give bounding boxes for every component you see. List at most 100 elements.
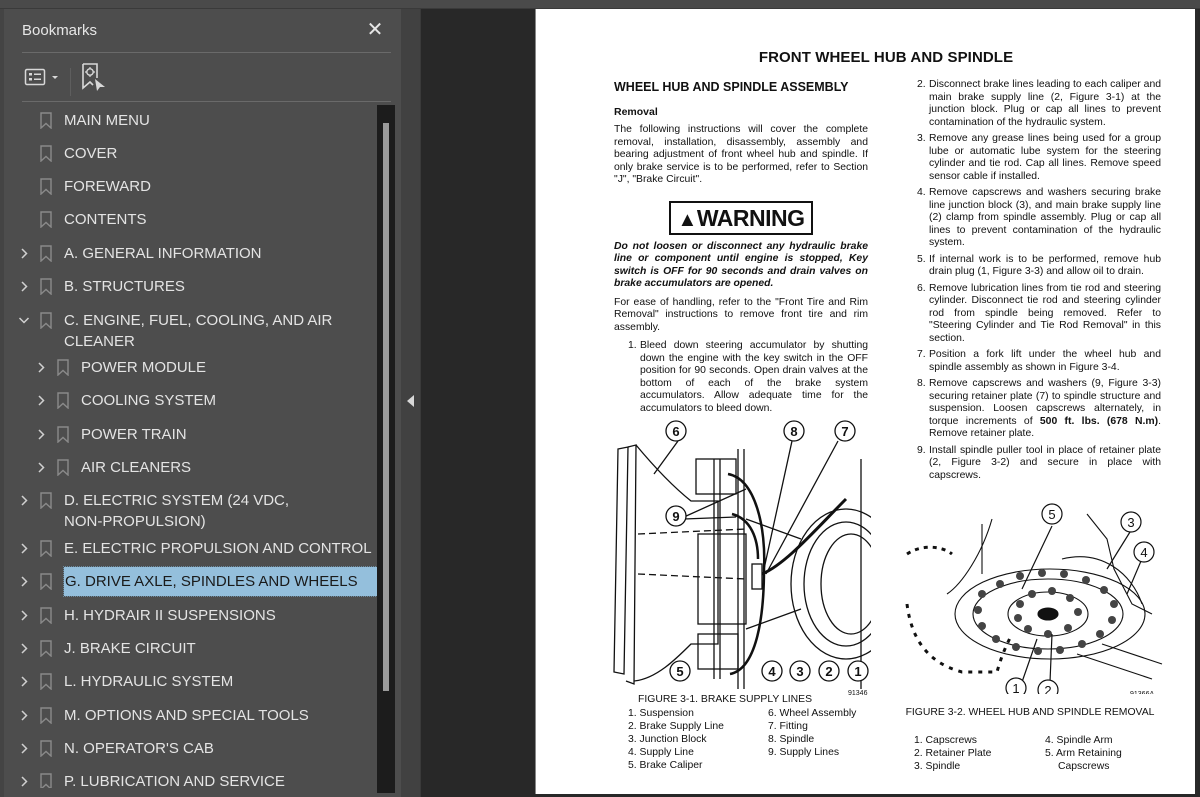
bookmark-icon [40,773,52,788]
bookmark-label: N. OPERATOR'S CAB [64,740,214,757]
chevron-right-icon[interactable] [34,390,48,411]
chevron-down-icon [52,76,58,79]
step-item: 8. Remove capscrews and washers (9, Figur… [917,378,1161,439]
step-item: 4. Remove capscrews and washers securing … [917,187,1161,248]
svg-text:6: 6 [672,424,679,439]
svg-text:8: 8 [790,424,797,439]
figure-id: 91346 [848,690,868,697]
warning-box: ▲WARNING [669,200,813,235]
bookmark-icon [40,278,52,296]
legend-item: 1. Capscrews [914,735,977,746]
legend-item: 4. Spindle Arm [1045,735,1113,746]
collapse-panel-icon[interactable] [407,395,414,407]
bookmark-label: A. GENERAL INFORMATION [64,245,262,262]
bookmark-label: FOREWARD [64,178,151,195]
chevron-right-icon[interactable] [17,705,31,726]
step-item: 3. Remove any grease lines being used for… [917,133,1161,182]
chevron-right-icon[interactable] [17,276,31,297]
step-item: 1. Bleed down steering accumulator by sh… [628,340,868,414]
page-title: FRONT WHEEL HUB AND SPINDLE [758,49,1014,66]
chevron-down-icon[interactable] [17,310,31,331]
bookmark-label: L. HYDRAULIC SYSTEM [64,673,234,690]
figure-callout: 1 [1005,677,1027,694]
chevron-right-icon[interactable] [17,571,31,592]
panel-title: Bookmarks [22,22,98,39]
figure-callout: 5 [669,660,691,682]
bookmark-label: P. LUBRICATION AND SERVICE [64,773,285,788]
right-column: 2. Disconnect brake lines leading to each… [917,79,1161,486]
handling-note: For ease of handling, refer to the "Fron… [614,296,868,333]
warning-triangle-icon: ▲ [677,208,698,231]
find-current-bookmark-icon [82,63,105,91]
figure-callout: 4 [761,660,783,682]
svg-text:1: 1 [854,664,861,679]
svg-text:3: 3 [1127,515,1134,530]
list-options-icon [24,68,58,86]
bookmark-label: MAIN MENU [64,112,150,129]
bookmark-icon [40,640,52,658]
legend-item: 5. Arm Retaining [1045,748,1122,759]
chevron-right-icon[interactable] [17,538,31,559]
step-item: 5. If internal work is to be performed, r… [917,253,1161,278]
legend-item: 9. Supply Lines [768,747,840,758]
step-item: 7. Position a fork lift under the wheel h… [917,349,1161,373]
legend-item: 3. Spindle [914,761,961,772]
figure-callout: 3 [789,660,811,682]
chevron-right-icon[interactable] [17,771,31,788]
chevron-right-icon[interactable] [17,605,31,626]
legend-item: 6. Wheel Assembly [768,708,857,719]
chevron-right-icon[interactable] [34,357,48,378]
figure-1-legend-left: 1. Suspension 2. Brake Supply Line 3. Junc… [628,707,724,772]
step-item: 9. Install spindle puller tool in place o… [917,444,1161,481]
find-current-bookmark-button[interactable] [81,62,107,92]
bookmark-icon [40,540,52,558]
svg-text:5: 5 [676,664,683,679]
chevron-right-icon[interactable] [17,738,31,759]
bookmark-icon [40,178,52,196]
bookmark-label: COVER [64,145,118,162]
scrollbar-thumb[interactable] [383,123,389,691]
bookmark-icon [40,145,52,163]
legend-item: 7. Fitting [768,721,808,732]
bookmark-icon [40,740,52,758]
legend-item: 1. Suspension [628,708,694,719]
figure-callout: 4 [1133,541,1155,563]
bookmark-label: M. OPTIONS AND SPECIAL TOOLS [64,707,309,724]
bookmark-label-continued: CLEANER [64,333,135,350]
step-item: 6. Remove lubrication lines from tie rod … [917,282,1161,344]
chevron-right-icon[interactable] [34,424,48,445]
legend-item: 2. Retainer Plate [914,748,992,759]
bookmark-icon [40,312,52,330]
svg-text:2: 2 [825,664,832,679]
bookmark-label: J. BRAKE CIRCUIT [64,640,196,657]
figure-callout: 6 [665,420,687,442]
toolbar-separator [70,68,71,96]
chevron-right-icon[interactable] [34,457,48,478]
bookmark-icon [40,573,52,591]
figure-callout: 5 [1041,503,1063,525]
chevron-right-icon[interactable] [17,490,31,511]
step-item: 2. Disconnect brake lines leading to each… [917,79,1161,128]
legend-item: 4. Supply Line [628,747,694,758]
bookmark-label: AIR CLEANERS [81,459,192,476]
svg-text:2: 2 [1044,683,1051,694]
bookmark-icon [57,359,69,377]
figure-id: 91366A [1130,691,1154,694]
bookmark-options-button[interactable] [24,66,64,88]
figure-callout: 7 [834,420,856,442]
svg-text:1: 1 [1012,681,1019,694]
subsection-title: Removal [614,105,658,118]
figure-callout: 8 [783,420,805,442]
chevron-right-icon[interactable] [17,638,31,659]
figure-callout: 2 [1037,679,1059,694]
close-icon[interactable]: ✕ [364,18,386,40]
pdf-page: FRONT WHEEL HUB AND SPINDLE WHEEL HUB AN… [535,9,1198,794]
legend-item: 5. Brake Caliper [628,760,703,771]
chevron-right-icon[interactable] [17,243,31,264]
bookmark-icon [57,459,69,477]
svg-text:4: 4 [1140,545,1147,560]
chevron-right-icon[interactable] [17,671,31,692]
left-column: WHEEL HUB AND SPINDLE ASSEMBLY Removal T… [614,81,868,419]
bookmark-icon [40,492,52,510]
svg-text:7: 7 [841,424,848,439]
